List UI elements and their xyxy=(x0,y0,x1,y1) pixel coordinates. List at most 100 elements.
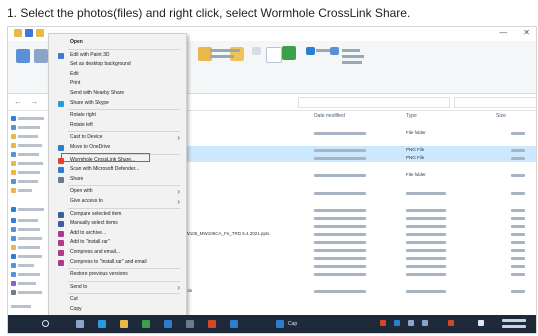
context-menu-item[interactable]: Open with › xyxy=(49,187,186,196)
folder-icon[interactable] xyxy=(36,29,44,37)
taskbar: Cap xyxy=(8,315,536,333)
column-header-size[interactable]: Size xyxy=(496,113,506,119)
chevron-right-icon: › xyxy=(177,197,180,206)
context-menu-item[interactable]: Give access to › xyxy=(49,197,186,206)
clock-readout[interactable] xyxy=(502,325,526,328)
context-menu-item-label: Share xyxy=(70,175,84,182)
clock-readout[interactable] xyxy=(502,319,526,322)
nav-item[interactable] xyxy=(11,160,43,166)
context-menu-item[interactable]: Add to "install.rar" xyxy=(49,238,186,247)
file-type-value xyxy=(406,265,446,268)
new-item-icon[interactable] xyxy=(252,47,261,55)
nav-item[interactable] xyxy=(11,280,36,286)
context-menu-item[interactable]: Restore previous versions xyxy=(49,270,186,279)
context-menu-item[interactable]: Scan with Microsoft Defender... xyxy=(49,165,186,174)
app-icon[interactable] xyxy=(230,320,238,328)
tray-icon[interactable] xyxy=(408,320,414,326)
nav-item[interactable] xyxy=(11,244,40,250)
pin-icon[interactable] xyxy=(16,49,30,63)
file-type-value xyxy=(406,217,446,220)
address-box[interactable] xyxy=(298,97,450,108)
tray-icon[interactable] xyxy=(422,320,428,326)
app-icon[interactable] xyxy=(276,320,284,328)
select-all-icon[interactable] xyxy=(330,47,339,55)
nav-item[interactable] xyxy=(11,187,32,193)
nav-item[interactable] xyxy=(11,142,42,148)
history-icon[interactable] xyxy=(306,47,315,55)
context-menu-item[interactable]: Cut xyxy=(49,295,186,304)
nav-item[interactable] xyxy=(11,262,34,268)
tray-icon[interactable] xyxy=(394,320,400,326)
chevron-right-icon: › xyxy=(177,282,180,292)
context-menu-item[interactable]: Set as desktop background xyxy=(49,60,186,69)
close-icon[interactable]: ✕ xyxy=(523,28,530,37)
context-menu-item[interactable]: Compress and email... xyxy=(49,248,186,257)
nav-item[interactable] xyxy=(11,226,40,232)
folder-icon xyxy=(11,187,16,193)
context-menu-item[interactable]: Rotate left xyxy=(49,121,186,130)
column-header-type[interactable]: Type xyxy=(406,113,417,119)
taskbar-app-label[interactable]: Cap xyxy=(288,321,297,327)
nav-item[interactable] xyxy=(11,253,42,259)
star-icon xyxy=(11,115,16,121)
context-menu-item[interactable]: Share with Skype xyxy=(49,99,186,108)
context-menu-item[interactable]: Edit with Paint 3D xyxy=(49,51,186,60)
task-view-icon[interactable] xyxy=(76,320,84,328)
context-menu-item[interactable]: Send to › xyxy=(49,283,186,292)
check-icon[interactable] xyxy=(282,46,296,60)
context-menu-item[interactable]: Share xyxy=(49,175,186,184)
column-header-date[interactable]: Date modified xyxy=(314,113,345,119)
nav-item[interactable] xyxy=(11,124,40,130)
network-icon[interactable] xyxy=(478,320,484,326)
context-menu-item[interactable]: Send with Nearby Share xyxy=(49,89,186,98)
nav-item-quick-access[interactable] xyxy=(11,115,44,121)
window-controls: — ✕ xyxy=(499,28,530,37)
file-explorer-icon[interactable] xyxy=(120,320,128,328)
nav-item[interactable] xyxy=(11,271,40,277)
context-menu-item[interactable]: Copy xyxy=(49,305,186,314)
context-menu-item-label: Compress and email... xyxy=(70,249,121,255)
app-icon[interactable] xyxy=(164,320,172,328)
minimize-icon[interactable]: — xyxy=(499,28,507,37)
date-modified-value xyxy=(314,192,366,195)
nav-item-onedrive[interactable] xyxy=(11,206,44,212)
defender-icon xyxy=(58,167,64,174)
context-menu-item-label: Move to OneDrive xyxy=(70,144,111,150)
context-menu-item-label: Edit with Paint 3D xyxy=(70,51,110,58)
context-menu-item[interactable]: Cast to Device › xyxy=(49,133,186,142)
context-menu-item[interactable]: Open xyxy=(49,38,186,47)
context-menu-item[interactable]: Compare selected item xyxy=(49,210,186,219)
nav-item[interactable] xyxy=(11,151,39,157)
edge-icon[interactable] xyxy=(98,320,106,328)
tray-icon[interactable] xyxy=(448,320,454,326)
search-icon[interactable] xyxy=(42,320,49,327)
nav-item[interactable] xyxy=(11,303,31,309)
nav-item[interactable] xyxy=(11,169,40,175)
nav-item[interactable] xyxy=(11,289,42,295)
properties-icon[interactable] xyxy=(266,47,282,63)
context-menu-item[interactable]: Compress to "install.rar" and email xyxy=(49,258,186,267)
save-icon[interactable] xyxy=(25,29,33,37)
context-menu-item[interactable]: Print xyxy=(49,79,186,88)
context-menu-item[interactable]: Rotate right xyxy=(49,111,186,120)
context-menu-item[interactable]: Edit xyxy=(49,70,186,79)
date-modified-value xyxy=(314,233,366,236)
context-menu-item[interactable]: Manually select items xyxy=(49,219,186,228)
context-menu-item[interactable]: Add to archive... xyxy=(49,229,186,238)
tray-icon[interactable] xyxy=(380,320,386,326)
file-type-value xyxy=(406,241,446,244)
context-menu-item-label: Set as desktop background xyxy=(70,61,131,68)
copy-icon[interactable] xyxy=(34,49,48,63)
folder-icon xyxy=(11,226,16,232)
nav-item[interactable] xyxy=(11,178,38,184)
powerpoint-icon[interactable] xyxy=(208,320,216,328)
folder-icon[interactable] xyxy=(14,29,22,37)
app-icon[interactable] xyxy=(186,320,194,328)
nav-item[interactable] xyxy=(11,235,42,241)
search-input[interactable] xyxy=(454,97,536,108)
context-menu-item-label: Cut xyxy=(70,296,78,303)
nav-item[interactable] xyxy=(11,133,38,139)
context-menu-item[interactable]: Move to OneDrive xyxy=(49,143,186,152)
app-icon[interactable] xyxy=(142,320,150,328)
nav-item-this-pc[interactable] xyxy=(11,217,38,223)
